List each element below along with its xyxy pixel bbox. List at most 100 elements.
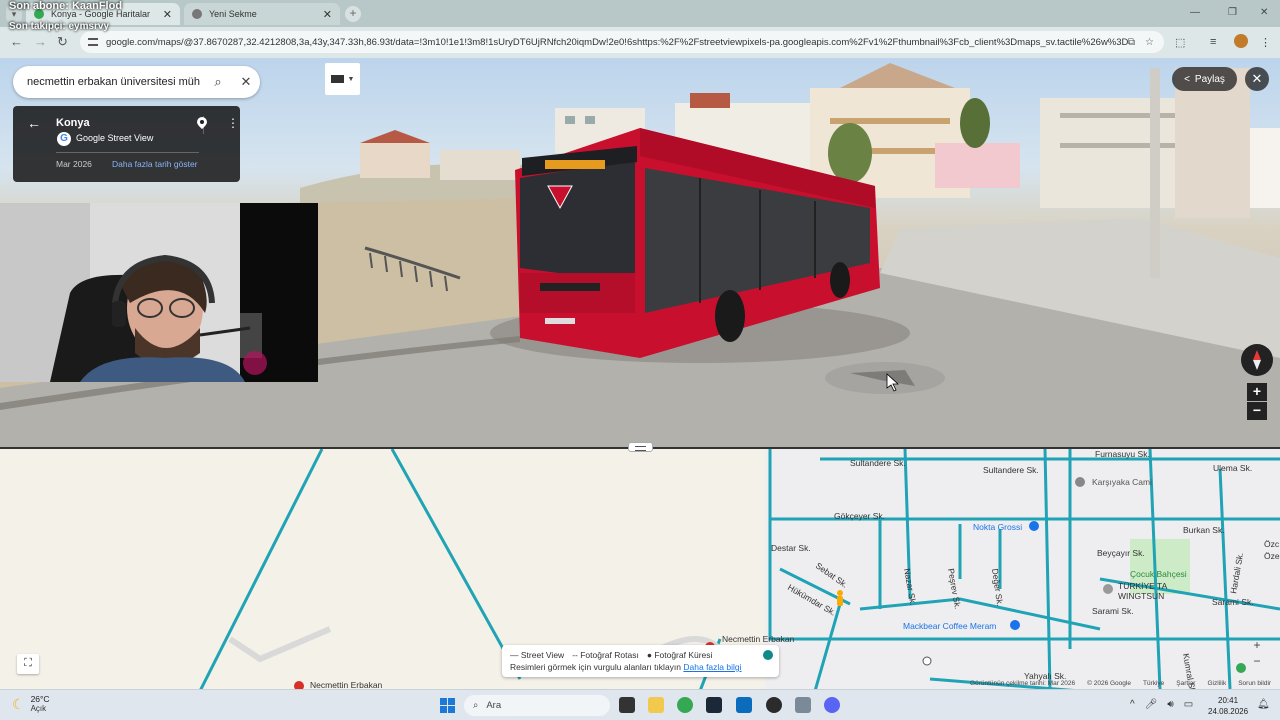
shop-marker-icon[interactable]: [1029, 521, 1039, 531]
privacy-link[interactable]: Gizlilik: [1207, 680, 1226, 689]
legend-toggle[interactable]: [763, 650, 773, 660]
mosque-marker-icon[interactable]: [1075, 477, 1085, 487]
close-tab-icon[interactable]: ✕: [323, 8, 332, 21]
webcam-overlay: [0, 203, 318, 382]
install-app-icon[interactable]: ⧉: [1128, 37, 1135, 48]
zoom-out-button[interactable]: −: [1247, 402, 1267, 420]
share-button[interactable]: < Paylaş: [1172, 67, 1237, 91]
street-label: Beyçayır Sk.: [1097, 548, 1145, 558]
copyright: © 2026 Google: [1087, 680, 1131, 687]
microphone-icon[interactable]: 🎤︎: [1145, 699, 1158, 710]
layer-thumbnail-icon: [330, 75, 344, 83]
close-street-view-button[interactable]: ✕: [1245, 67, 1269, 91]
reload-icon[interactable]: ↻: [57, 34, 68, 50]
restore-icon[interactable]: ❐: [1228, 7, 1237, 18]
new-tab-button[interactable]: +: [345, 6, 361, 22]
street-view-legend: — Street View -- Fotoğraf Rotası ● Fotoğ…: [502, 645, 779, 677]
poi-label: WINGTSUN: [1118, 591, 1164, 601]
time: 20:41: [1218, 696, 1239, 705]
share-icon: <: [1184, 73, 1190, 85]
report-problem-link[interactable]: Sorun bildir: [1238, 680, 1271, 689]
street-label: Ulema Sk.: [1213, 463, 1252, 473]
menu-icon[interactable]: ⋮: [1260, 36, 1271, 49]
more-dates-link[interactable]: Daha fazla tarih göster: [112, 159, 198, 169]
address-bar[interactable]: google.com/maps/@37.8670287,32.4212808,3…: [80, 31, 1164, 53]
search-icon[interactable]: ⌕: [204, 74, 232, 90]
pegman-icon[interactable]: [837, 590, 843, 606]
obs-icon[interactable]: [766, 697, 782, 713]
extensions-icon[interactable]: ⬚: [1175, 36, 1185, 49]
tab-new-tab[interactable]: Yeni Sekme ✕: [184, 3, 340, 25]
imagery-source: Google Street View: [76, 133, 154, 143]
more-options-icon[interactable]: ⋮: [227, 116, 239, 130]
settings-icon[interactable]: [795, 697, 811, 713]
location-pin-icon[interactable]: [197, 117, 207, 129]
media-controls-icon[interactable]: ≡: [1210, 36, 1216, 48]
legend-hint: Resimleri görmek için vurgulu alanları t…: [510, 662, 682, 672]
file-explorer-icon[interactable]: [648, 697, 664, 713]
street-label: Gökçeyer Sk.: [834, 511, 885, 521]
back-icon[interactable]: ←: [10, 34, 23, 49]
university-marker-icon[interactable]: [294, 681, 304, 689]
task-view-icon[interactable]: [619, 697, 635, 713]
zoom-in-button[interactable]: +: [1247, 383, 1267, 401]
close-window-icon[interactable]: ✕: [1260, 7, 1268, 18]
volume-icon[interactable]: 🔊︎: [1167, 699, 1173, 710]
share-label: Paylaş: [1194, 73, 1225, 85]
network-icon[interactable]: ▭: [1184, 699, 1193, 710]
terms-link[interactable]: Şartlar: [1176, 680, 1195, 689]
taskbar-search[interactable]: ⌕ Ara: [464, 695, 610, 716]
legend-street-view: — Street View: [510, 650, 565, 660]
tab-label: Yeni Sekme: [209, 9, 257, 19]
panel-resize-handle[interactable]: [628, 442, 653, 452]
poi-label: Necmettin Erbakan: [310, 680, 383, 689]
site-info-icon[interactable]: [88, 38, 98, 46]
moon-icon: ☾: [12, 695, 25, 712]
street-label: Sarami Sk.: [1092, 606, 1134, 616]
map-zoom-in-button[interactable]: +: [1249, 638, 1265, 652]
minimize-icon[interactable]: —: [1190, 7, 1200, 18]
url-text[interactable]: google.com/maps/@37.8670287,32.4212808,3…: [106, 37, 1128, 48]
compass-icon[interactable]: [1241, 344, 1273, 376]
date: 24.08.2026: [1208, 707, 1249, 716]
tray-chevron-icon[interactable]: ^: [1130, 699, 1135, 710]
legend-photo-sphere: ● Fotoğraf Küresi: [646, 650, 713, 660]
map-zoom-out-button[interactable]: −: [1249, 654, 1265, 668]
bus-stop-icon[interactable]: [922, 656, 932, 666]
bookmark-star-icon[interactable]: ☆: [1145, 37, 1154, 48]
close-tab-icon[interactable]: ✕: [163, 8, 172, 21]
street-label: Destar Sk.: [771, 543, 811, 553]
cafe-marker-icon[interactable]: [1010, 620, 1020, 630]
start-button[interactable]: [440, 698, 455, 713]
legend-photo-route: -- Fotoğraf Rotası: [572, 650, 639, 660]
street-view-panorama[interactable]: necmettin erbakan üniversitesi müh ⌕ ✕ ←…: [0, 58, 1280, 447]
forward-icon[interactable]: →: [34, 34, 47, 49]
maps-search-box[interactable]: necmettin erbakan üniversitesi müh ⌕ ✕: [13, 66, 260, 98]
street-label: Öze: [1264, 551, 1280, 561]
imagery-layer-button[interactable]: ▼: [325, 63, 360, 95]
windows-taskbar: ☾ 26°C Açık ⌕ Ara ^ 🎤︎ 🔊︎ ▭ 20:41 24.08.…: [0, 689, 1280, 720]
taskbar-search-placeholder: Ara: [486, 700, 502, 711]
profile-avatar[interactable]: [1234, 34, 1248, 48]
steam-icon[interactable]: [706, 697, 722, 713]
notification-icon[interactable]: 🔔︎: [1257, 699, 1270, 710]
search-input[interactable]: necmettin erbakan üniversitesi müh: [27, 76, 204, 88]
learn-more-link[interactable]: Daha fazla bilgi: [683, 662, 741, 672]
street-label: Sultandere Sk.: [983, 465, 1039, 475]
chrome-icon[interactable]: [677, 697, 693, 713]
back-arrow-icon[interactable]: ←: [27, 115, 41, 131]
clear-search-icon[interactable]: ✕: [232, 74, 260, 90]
microsoft-store-icon[interactable]: [736, 697, 752, 713]
weather-widget[interactable]: ☾ 26°C Açık: [12, 694, 50, 714]
street-label: Sultandere Sk.: [850, 458, 906, 468]
region-link[interactable]: Türkiye: [1143, 680, 1164, 689]
discord-icon[interactable]: [824, 697, 840, 713]
street-label: Sarami Sk.: [1212, 597, 1254, 607]
street-label: Furnasuyu Sk.: [1095, 449, 1150, 459]
park-marker-icon[interactable]: [1236, 663, 1246, 673]
tab-bar: ▾ Konya - Google Haritalar ✕ Yeni Sekme …: [0, 0, 1280, 27]
clock[interactable]: 20:41 24.08.2026: [1208, 695, 1248, 717]
poi-marker-icon[interactable]: [1103, 584, 1113, 594]
fullscreen-button[interactable]: ⛶: [17, 654, 39, 674]
compass-needle-south: [1253, 360, 1261, 370]
